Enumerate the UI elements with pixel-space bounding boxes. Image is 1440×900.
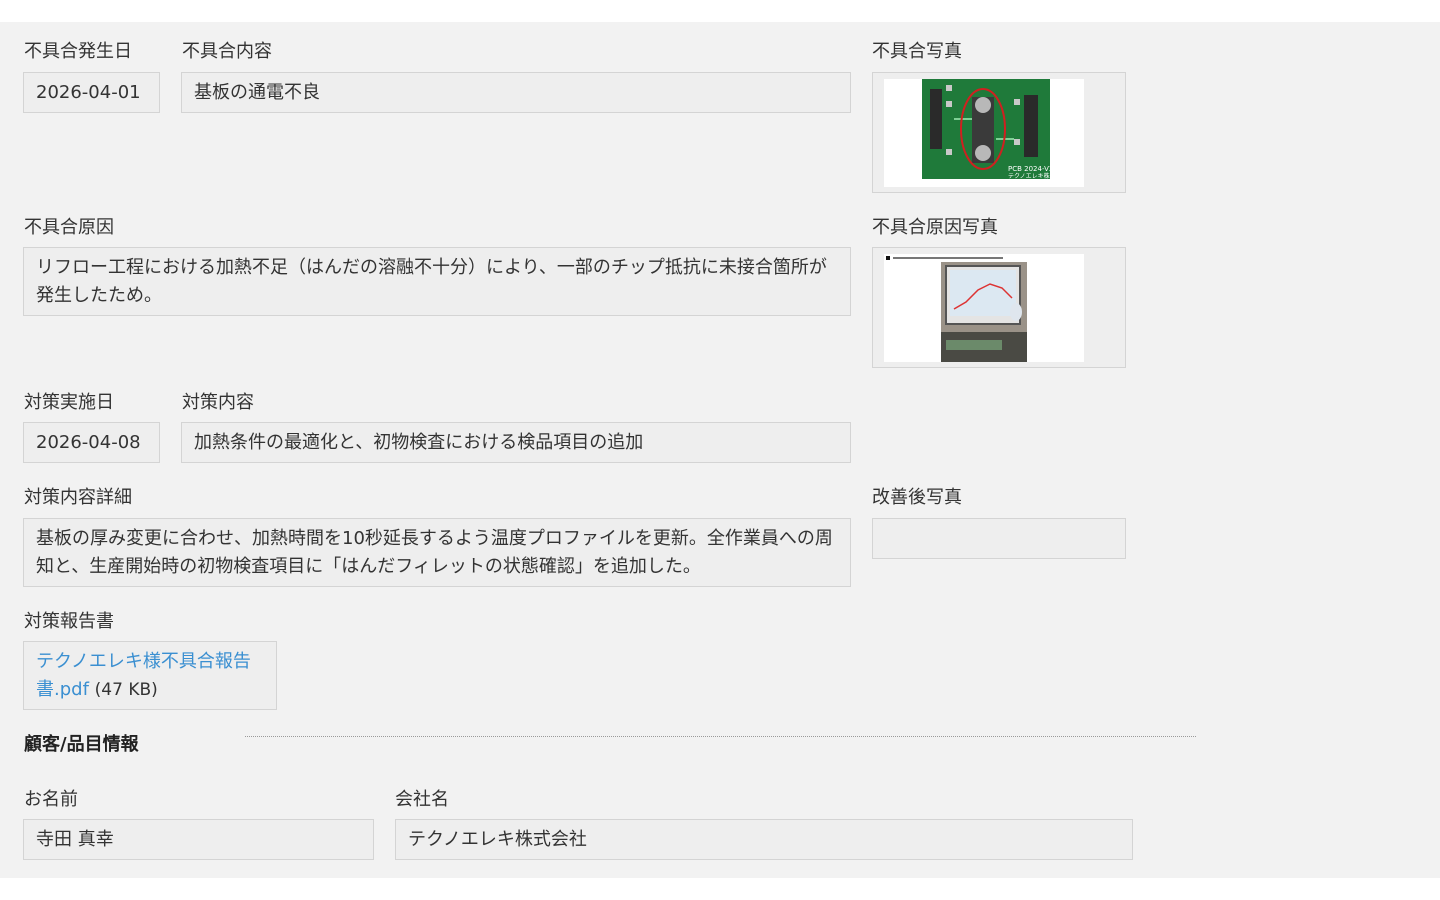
cause-field: リフロー工程における加熱不足（はんだの溶融不十分）により、一部のチップ抵抗に未接… [23,247,851,316]
report-file-size: (47 KB) [94,680,158,700]
section-divider [245,736,1196,737]
photo-pcb-text: PCB 2024-V3 [1008,165,1053,173]
after-photo-frame [872,518,1126,559]
cause-photo-frame[interactable] [872,247,1126,368]
report-field: テクノエレキ様不具合報告書.pdf (47 KB) [23,641,277,710]
defect-photo-pcb-image[interactable]: PCB 2024-V3 テクノエレキ株式会社 [884,79,1084,187]
defect-date-field: 2026-04-01 [23,72,160,113]
cause-photo-image[interactable] [884,254,1084,362]
defect-date-label: 不具合発生日 [24,41,132,62]
measure-date-field: 2026-04-08 [23,422,160,463]
measure-detail-field: 基板の厚み変更に合わせ、加熱時間を10秒延長するよう温度プロファイルを更新。全作… [23,518,851,587]
measure-content-label: 対策内容 [182,392,254,413]
after-photo-label: 改善後写真 [872,487,962,508]
customer-name-label: お名前 [24,789,78,810]
defect-photo-label: 不具合写真 [872,41,962,62]
photo-maker-text: テクノエレキ株式会社 [1008,172,1068,180]
cause-label: 不具合原因 [24,217,114,238]
customer-name-field: 寺田 真幸 [23,819,374,860]
company-name-label: 会社名 [395,789,449,810]
measure-detail-label: 対策内容詳細 [24,487,132,508]
company-name-field: テクノエレキ株式会社 [395,819,1133,860]
report-label: 対策報告書 [24,611,114,632]
customer-section-title: 顧客/品目情報 [24,734,139,755]
measure-date-label: 対策実施日 [24,392,114,413]
defect-photo-frame[interactable]: PCB 2024-V3 テクノエレキ株式会社 [872,72,1126,193]
defect-content-label: 不具合内容 [182,41,272,62]
measure-content-field: 加熱条件の最適化と、初物検査における検品項目の追加 [181,422,851,463]
defect-content-field: 基板の通電不良 [181,72,851,113]
cause-photo-label: 不具合原因写真 [872,217,998,238]
